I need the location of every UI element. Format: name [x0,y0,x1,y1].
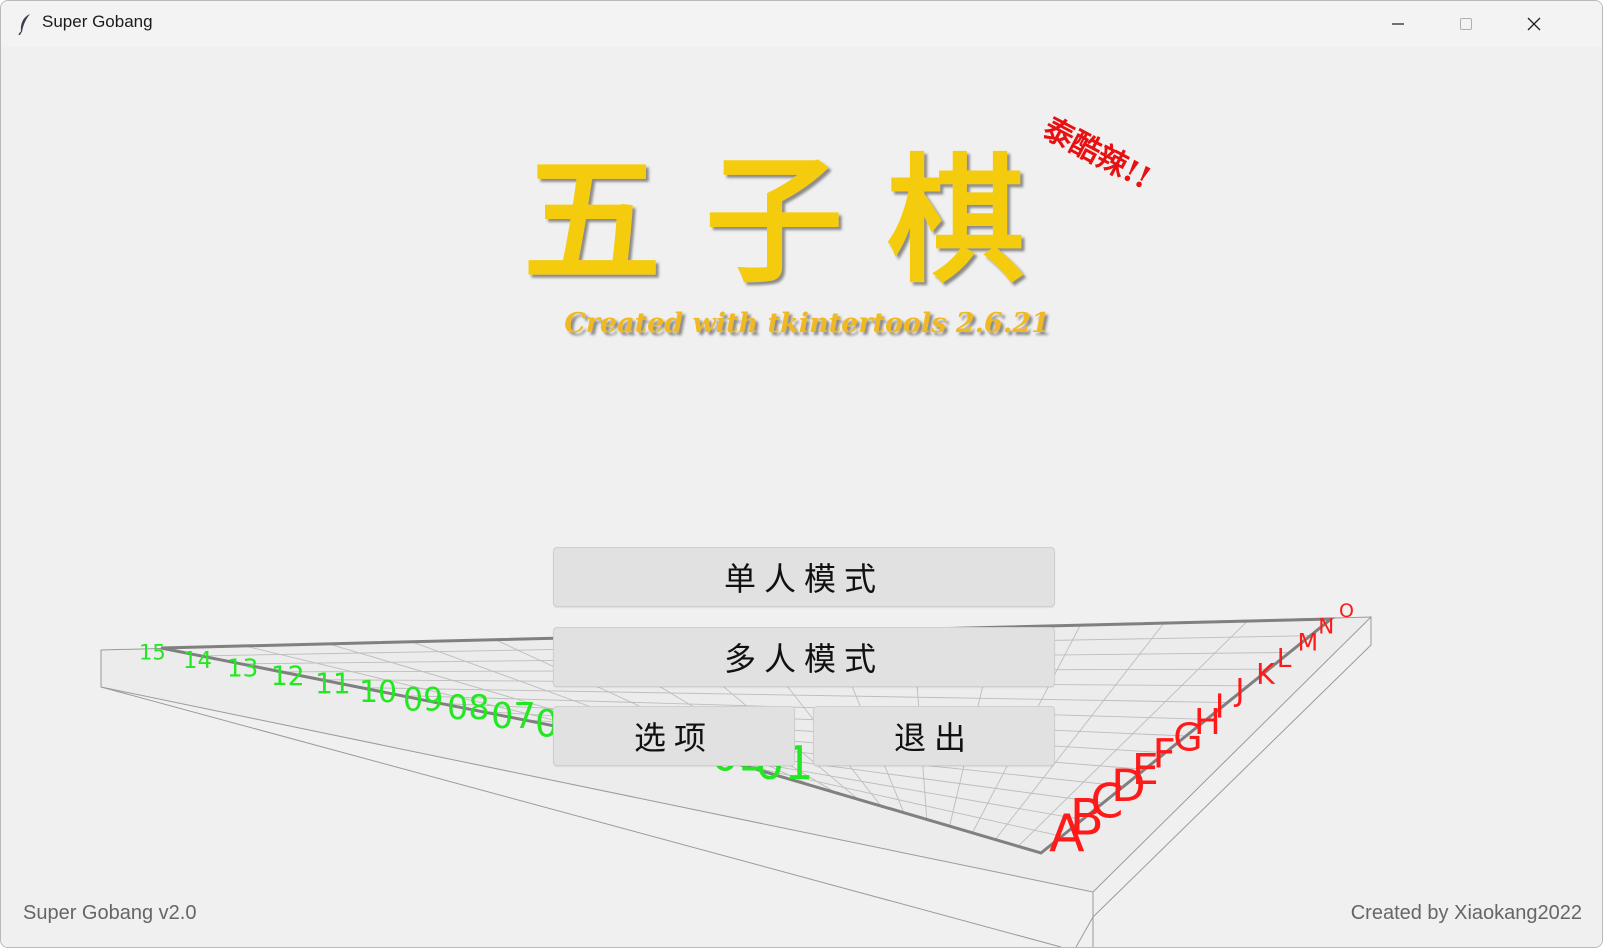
column-label: J [1233,673,1244,709]
column-label: K [1256,658,1276,691]
author-label: Created by Xiaokang2022 [1350,902,1582,924]
minimize-button[interactable] [1364,1,1432,47]
row-label: 10 [359,675,397,710]
close-icon [1527,17,1541,31]
single-player-button[interactable]: 单人模式 [553,547,1055,607]
row-label: 13 [227,653,258,682]
column-label: M [1298,628,1318,656]
main-canvas: 151413121110090807060504030201 ABCDEFGHI… [1,47,1602,947]
logo-subtitle: Created with tkintertools 2.6.21 [564,308,1050,339]
multiplayer-button[interactable]: 多人模式 [553,627,1055,687]
row-label: 15 [139,640,166,664]
column-label: O [1339,600,1354,622]
row-label: 12 [271,662,305,692]
column-label: I [1215,686,1225,725]
column-label: F [1153,731,1176,777]
app-window: Super Gobang 151413121110090807060504030… [0,0,1603,948]
version-label: Super Gobang v2.0 [23,902,197,924]
title-bar[interactable]: Super Gobang [1,1,1602,47]
maximize-icon [1460,18,1472,30]
row-label: 07 [491,696,536,737]
column-label: L [1277,644,1292,674]
feather-icon [18,14,30,35]
close-button[interactable] [1500,1,1568,47]
row-label: 11 [315,668,351,701]
logo: 五子棋 泰酷辣!! Created with tkintertools 2.6.… [523,111,1156,339]
options-button[interactable]: 选项 [553,706,795,766]
row-label: 09 [403,683,443,719]
window-title: Super Gobang [42,12,153,31]
row-label: 14 [183,648,212,674]
column-label: N [1318,615,1334,640]
minimize-icon [1392,23,1404,25]
row-label: 08 [447,688,490,727]
maximize-button[interactable] [1432,1,1500,47]
exit-button[interactable]: 退出 [813,706,1055,766]
logo-title: 五子棋 [523,139,1069,302]
